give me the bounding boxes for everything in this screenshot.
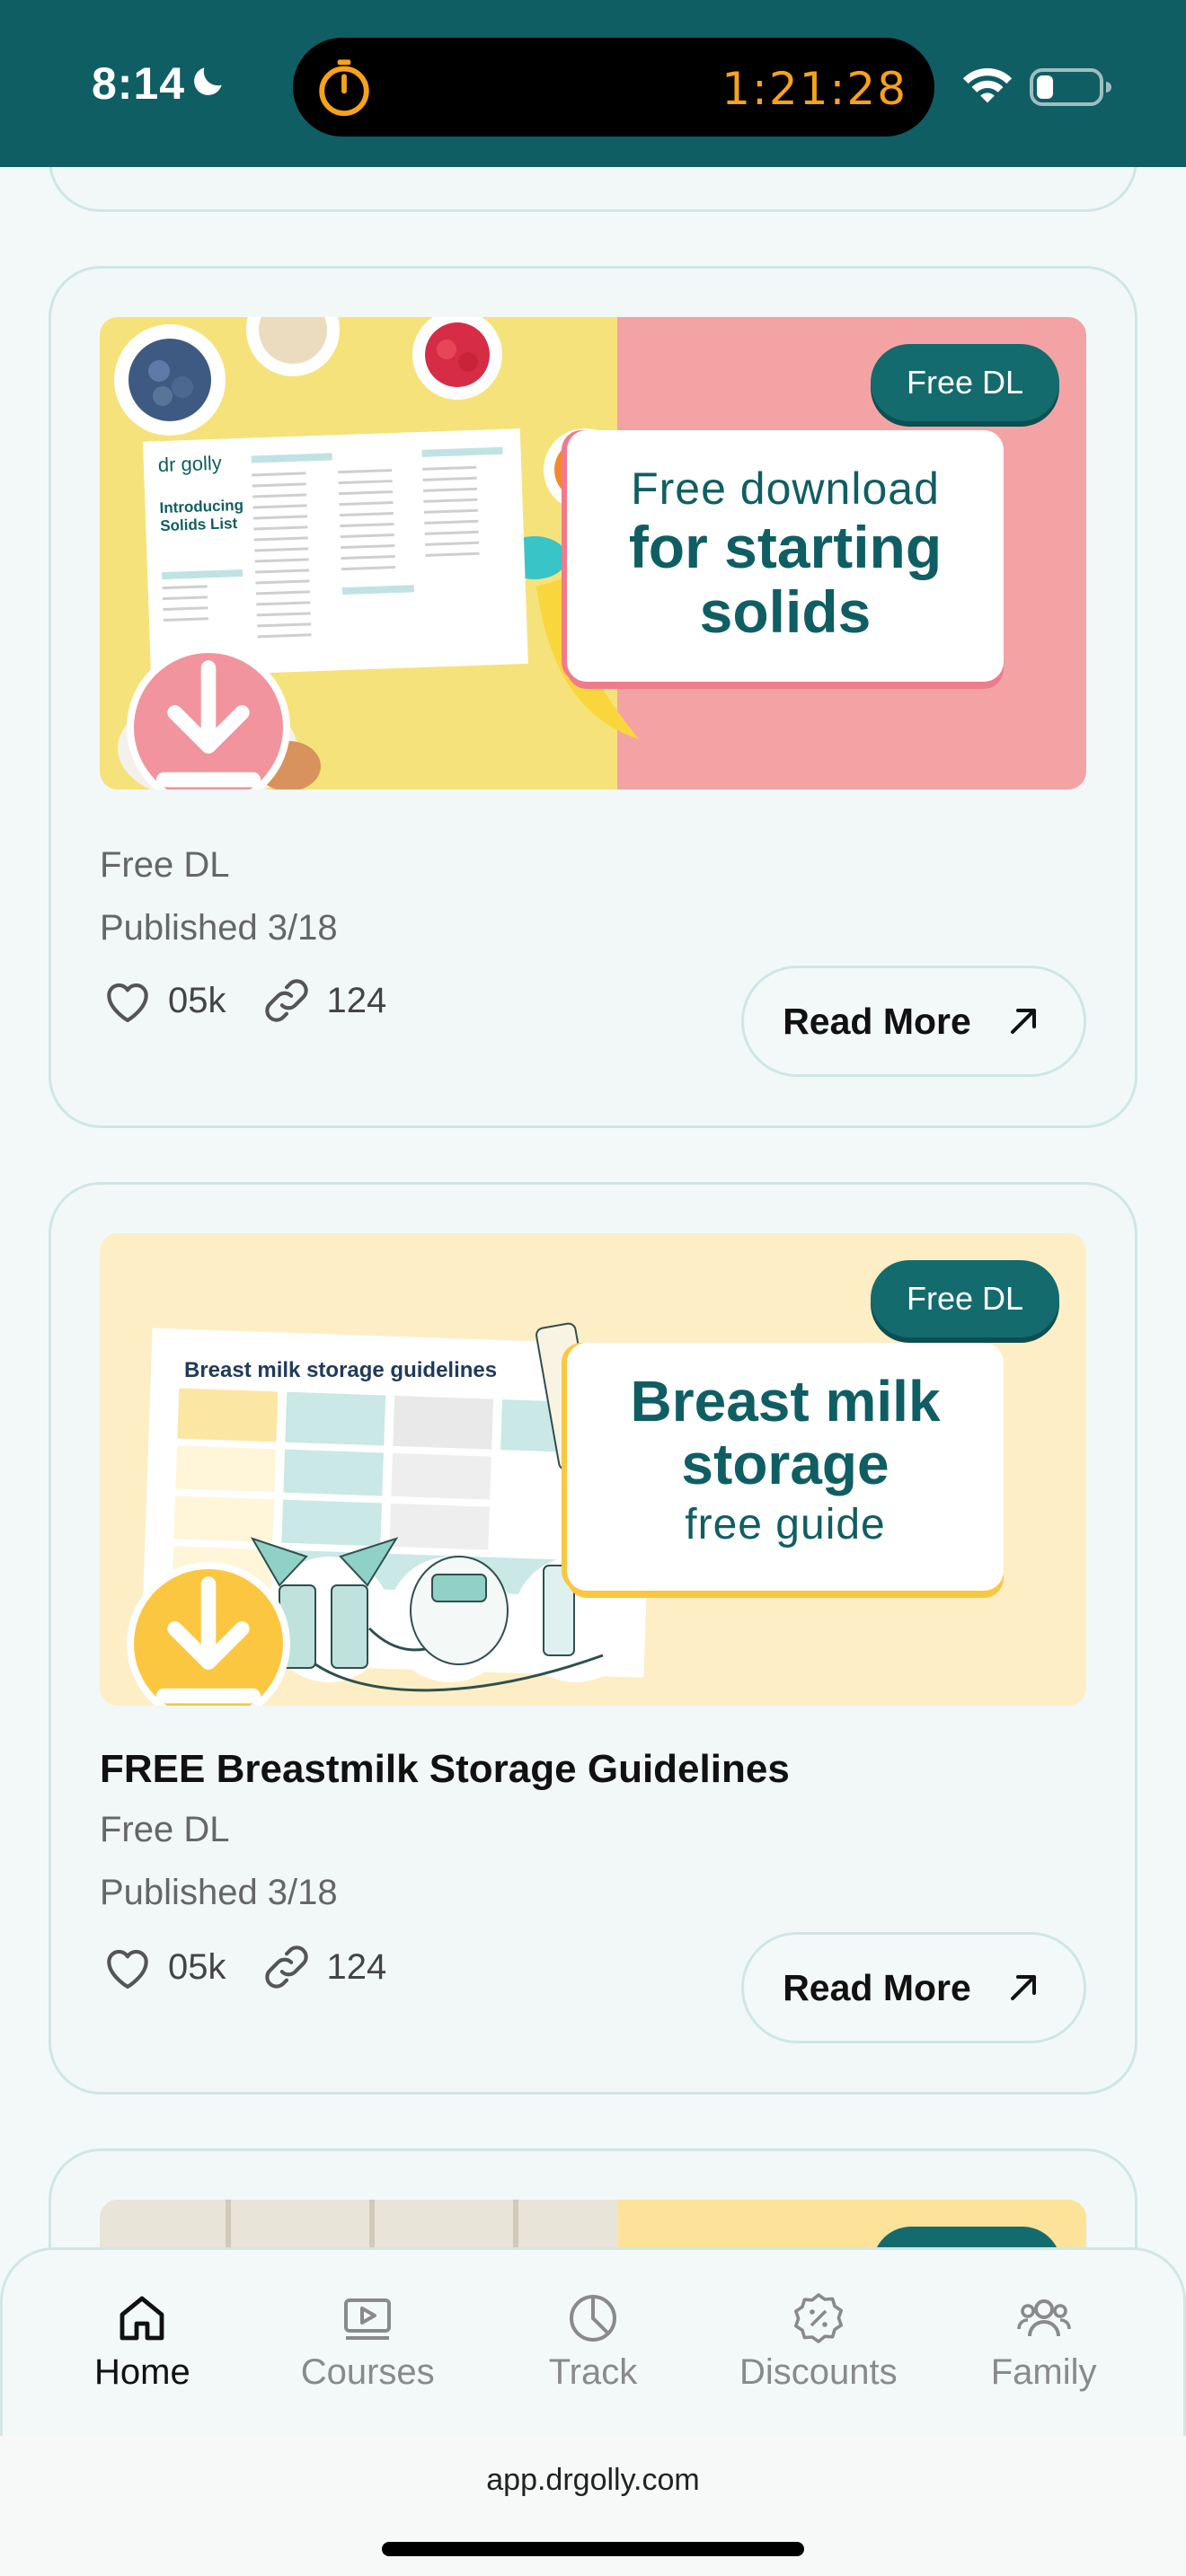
wifi-icon [962, 68, 1013, 103]
promo-line-3: free guide [685, 1501, 886, 1548]
video-icon [344, 2298, 392, 2340]
card-published: Published 3/18 [100, 1873, 338, 1912]
timer-readout: 1:21:28 [721, 63, 907, 115]
card-stats: 05k 124 [100, 969, 386, 1032]
promo-line-3: solids [699, 578, 872, 645]
discount-badge-icon [793, 2293, 843, 2343]
link-icon[interactable] [259, 973, 314, 1028]
sheet-title: Breast milk storage guidelines [184, 1358, 497, 1382]
nav-track-label: Track [548, 2352, 638, 2392]
nav-family[interactable]: Family [945, 2289, 1143, 2393]
card-category: Free DL [100, 1810, 230, 1849]
home-indicator[interactable] [382, 2542, 804, 2556]
nav-discounts[interactable]: Discounts [720, 2289, 917, 2393]
card-banner-solids[interactable]: dr golly Introducing Solids List Free DL… [100, 317, 1086, 790]
nav-home-label: Home [94, 2352, 190, 2392]
read-more-button[interactable]: Read More [741, 1932, 1086, 2043]
free-dl-badge: Free DL [871, 344, 1059, 421]
status-bar: 8:14 1:21:28 [0, 0, 1186, 167]
read-more-button[interactable]: Read More [741, 966, 1086, 1077]
moon-icon [194, 67, 222, 95]
promo-line-1: Free download [631, 463, 940, 514]
promo-box: Free download for starting solids [567, 430, 1004, 682]
battery-icon [1030, 68, 1111, 106]
read-more-label: Read More [783, 1000, 971, 1042]
card-published: Published 3/18 [100, 908, 338, 948]
download-icon [155, 660, 261, 788]
download-button[interactable] [127, 1562, 290, 1706]
link-icon[interactable] [259, 1939, 314, 1995]
svg-text:Solids List: Solids List [160, 515, 238, 534]
links-count: 124 [326, 980, 387, 1020]
pie-chart-icon [569, 2295, 616, 2342]
promo-box: Breast milk storage free guide [567, 1343, 1004, 1591]
free-dl-badge: Free DL [871, 1260, 1059, 1337]
heart-icon[interactable] [100, 1939, 155, 1995]
heart-icon[interactable] [100, 973, 155, 1028]
article-card[interactable]: Breast milk storage guidelines Free DL B… [49, 1182, 1137, 2095]
arrow-up-right-icon [1010, 1975, 1036, 2000]
card-category: Free DL [100, 845, 230, 885]
likes-count: 05k [168, 980, 226, 1020]
article-card[interactable]: dr golly Introducing Solids List Free DL… [49, 266, 1137, 1128]
browser-url-bar[interactable]: app.drgolly.com [0, 2436, 1186, 2576]
dynamic-island[interactable]: 1:21:28 [293, 38, 934, 137]
promo-line-1: Breast milk [630, 1369, 941, 1434]
download-button[interactable] [127, 646, 290, 790]
home-icon [119, 2296, 164, 2341]
card-banner-breastmilk[interactable]: Breast milk storage guidelines Free DL B… [100, 1233, 1086, 1706]
card-title[interactable]: FREE Breastmilk Storage Guidelines [100, 1747, 790, 1792]
bottom-nav: Home Courses Track Discounts Family [0, 2247, 1186, 2436]
people-icon [1016, 2299, 1071, 2337]
card-stats: 05k 124 [100, 1936, 386, 1998]
url-text[interactable]: app.drgolly.com [0, 2463, 1186, 2498]
nav-courses-label: Courses [300, 2352, 435, 2392]
arrow-up-right-icon [1010, 1009, 1036, 1034]
nav-family-label: Family [990, 2352, 1097, 2392]
timer-icon [319, 59, 369, 117]
svg-text:Introducing: Introducing [159, 497, 243, 516]
svg-text:dr golly: dr golly [157, 452, 222, 476]
promo-line-2: for starting [628, 514, 943, 580]
nav-discounts-label: Discounts [739, 2352, 898, 2392]
promo-line-2: storage [681, 1432, 890, 1496]
status-time: 8:14 [92, 58, 186, 109]
nav-courses[interactable]: Courses [269, 2289, 466, 2393]
links-count: 124 [326, 1946, 387, 1987]
read-more-label: Read More [783, 1966, 971, 2008]
nav-track[interactable]: Track [494, 2289, 692, 2393]
download-icon [155, 1576, 261, 1704]
nav-home[interactable]: Home [43, 2289, 241, 2393]
likes-count: 05k [168, 1946, 226, 1987]
